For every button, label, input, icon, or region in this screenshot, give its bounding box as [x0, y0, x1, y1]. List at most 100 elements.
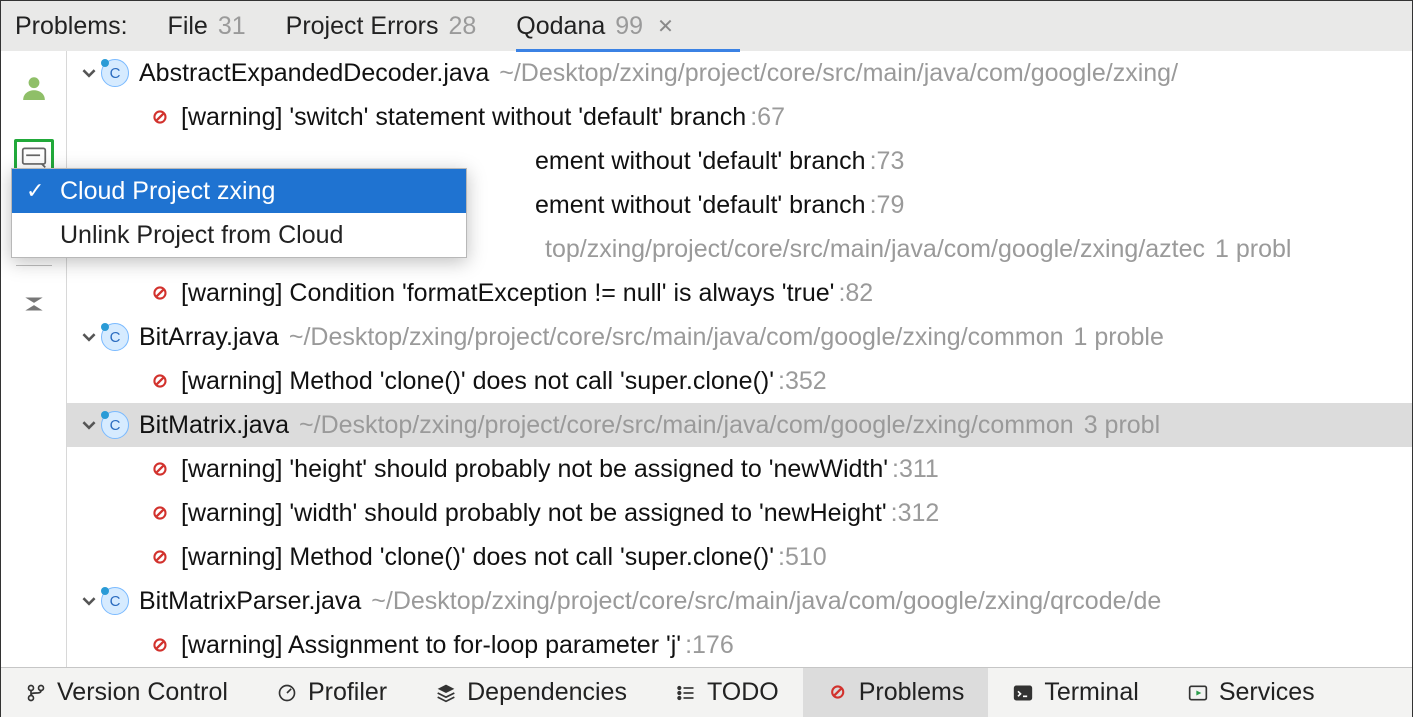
file-name: BitArray.java: [139, 323, 279, 352]
warning-row[interactable]: ⊘ [warning] 'switch' statement without 'd…: [67, 95, 1412, 139]
warning-icon: ⊘: [149, 458, 171, 480]
warning-location: :510: [778, 543, 827, 572]
warning-text: [warning] 'height' should probably not b…: [181, 455, 888, 484]
warning-location: :352: [778, 367, 827, 396]
warning-row[interactable]: ⊘ [warning] 'height' should probably not …: [67, 447, 1412, 491]
toolwindow-problems[interactable]: ⊘ Problems: [803, 668, 989, 717]
file-name: BitMatrixParser.java: [139, 587, 361, 616]
toolbar-gutter: [1, 51, 67, 667]
tab-project-errors-label: Project Errors: [286, 12, 439, 41]
file-name: AbstractExpandedDecoder.java: [139, 59, 489, 88]
warning-icon: ⊘: [149, 282, 171, 304]
chevron-down-icon[interactable]: [77, 330, 101, 344]
toolwindow-label: Profiler: [308, 678, 387, 707]
tab-qodana[interactable]: Qodana 99 ✕: [516, 1, 674, 51]
layers-icon: [435, 683, 457, 703]
java-class-icon: C: [101, 411, 129, 439]
file-row[interactable]: C BitMatrix.java ~/Desktop/zxing/project/c…: [67, 403, 1412, 447]
close-icon[interactable]: ✕: [657, 14, 674, 39]
warning-text: [warning] Method 'clone()' does not call…: [181, 543, 774, 572]
file-path: top/zxing/project/core/src/main/java/com…: [545, 235, 1205, 264]
java-class-icon: C: [101, 59, 129, 87]
warning-location: :176: [685, 631, 734, 660]
warning-text: [warning] Condition 'formatException != …: [181, 279, 834, 308]
list-icon: [675, 683, 697, 703]
menu-item-label: Unlink Project from Cloud: [60, 221, 343, 250]
warning-icon: ⊘: [149, 634, 171, 656]
java-class-icon: C: [101, 323, 129, 351]
toolwindow-todo[interactable]: TODO: [651, 668, 803, 717]
warning-icon: ⊘: [149, 546, 171, 568]
terminal-icon: [1012, 683, 1034, 703]
warning-location: :312: [891, 499, 940, 528]
toolwindow-services[interactable]: Services: [1163, 668, 1339, 717]
toolwindow-dependencies[interactable]: Dependencies: [411, 668, 651, 717]
warning-text: [warning] Method 'clone()' does not call…: [181, 367, 774, 396]
toolwindow-profiler[interactable]: Profiler: [252, 668, 411, 717]
warning-text: [warning] Assignment to for-loop paramet…: [181, 631, 681, 660]
user-icon[interactable]: [14, 69, 54, 105]
toolwindow-label: Dependencies: [467, 678, 627, 707]
toolwindow-terminal[interactable]: Terminal: [988, 668, 1162, 717]
file-path: ~/Desktop/zxing/project/core/src/main/ja…: [499, 59, 1178, 88]
cloud-project-menu: ✓ Cloud Project zxing Unlink Project fro…: [11, 168, 467, 258]
warning-row[interactable]: ⊘ [warning] Method 'clone()' does not cal…: [67, 359, 1412, 403]
file-path: ~/Desktop/zxing/project/core/src/main/ja…: [371, 587, 1161, 616]
tab-file-label: File: [168, 12, 208, 41]
tab-qodana-label: Qodana: [516, 12, 605, 41]
file-row[interactable]: C BitMatrixParser.java ~/Desktop/zxing/pro…: [67, 579, 1412, 623]
file-name: BitMatrix.java: [139, 411, 289, 440]
toolwindow-label: Terminal: [1044, 678, 1138, 707]
menu-cloud-project[interactable]: ✓ Cloud Project zxing: [12, 169, 466, 213]
warning-text: [warning] 'switch' statement without 'de…: [181, 103, 746, 132]
warning-row[interactable]: ⊘ [warning] Condition 'formatException !=…: [67, 271, 1412, 315]
play-icon: [1187, 683, 1209, 703]
chevron-down-icon[interactable]: [77, 594, 101, 608]
gauge-icon: [276, 683, 298, 703]
toolwindow-label: Problems: [859, 678, 965, 707]
bottom-toolbar: Version Control Profiler Dependencies TODO ⊘…: [1, 667, 1412, 717]
warning-row[interactable]: ⊘ [warning] 'width' should probably not b…: [67, 491, 1412, 535]
chevron-down-icon[interactable]: [77, 66, 101, 80]
warning-icon: ⊘: [149, 106, 171, 128]
toolwindow-label: TODO: [707, 678, 779, 707]
warning-row[interactable]: ⊘ [warning] Assignment to for-loop parame…: [67, 623, 1412, 667]
check-icon: ✓: [26, 178, 44, 204]
warning-location: :311: [892, 455, 939, 484]
file-path: ~/Desktop/zxing/project/core/src/main/ja…: [299, 411, 1074, 440]
tab-file[interactable]: File 31: [168, 1, 246, 51]
tab-file-count: 31: [218, 12, 246, 41]
tab-qodana-count: 99: [615, 12, 643, 41]
warning-location: :73: [870, 147, 905, 176]
file-path: ~/Desktop/zxing/project/core/src/main/ja…: [289, 323, 1064, 352]
warning-location: :67: [750, 103, 785, 132]
file-trailing: 1 proble: [1074, 323, 1164, 352]
warn-icon: ⊘: [827, 682, 849, 704]
warning-location: :82: [838, 279, 873, 308]
warning-icon: ⊘: [149, 370, 171, 392]
problems-tree[interactable]: C AbstractExpandedDecoder.java ~/Desktop/z…: [67, 51, 1412, 667]
file-trailing: 3 probl: [1084, 411, 1160, 440]
file-row[interactable]: C BitArray.java ~/Desktop/zxing/project/co…: [67, 315, 1412, 359]
tabbar-label: Problems:: [15, 12, 128, 41]
menu-item-label: Cloud Project zxing: [60, 177, 275, 206]
chevron-down-icon[interactable]: [77, 418, 101, 432]
warning-location: :79: [870, 191, 905, 220]
tab-project-errors[interactable]: Project Errors 28: [286, 1, 477, 51]
file-row[interactable]: C AbstractExpandedDecoder.java ~/Desktop/z…: [67, 51, 1412, 95]
menu-unlink-cloud[interactable]: Unlink Project from Cloud: [12, 213, 466, 257]
warning-icon: ⊘: [149, 502, 171, 524]
toolwindow-label: Services: [1219, 678, 1315, 707]
warning-text: [warning] 'width' should probably not be…: [181, 499, 887, 528]
expand-collapse-icon[interactable]: [14, 286, 54, 322]
toolwindow-version-control[interactable]: Version Control: [1, 668, 252, 717]
file-trailing: 1 probl: [1215, 235, 1291, 264]
problems-tabbar: Problems: File 31 Project Errors 28 Qoda…: [1, 1, 1412, 51]
java-class-icon: C: [101, 587, 129, 615]
warning-text: ement without 'default' branch: [535, 147, 866, 176]
branch-icon: [25, 683, 47, 703]
warning-row[interactable]: ⊘ [warning] Method 'clone()' does not cal…: [67, 535, 1412, 579]
toolwindow-label: Version Control: [57, 678, 228, 707]
tab-project-errors-count: 28: [448, 12, 476, 41]
warning-text: ement without 'default' branch: [535, 191, 866, 220]
